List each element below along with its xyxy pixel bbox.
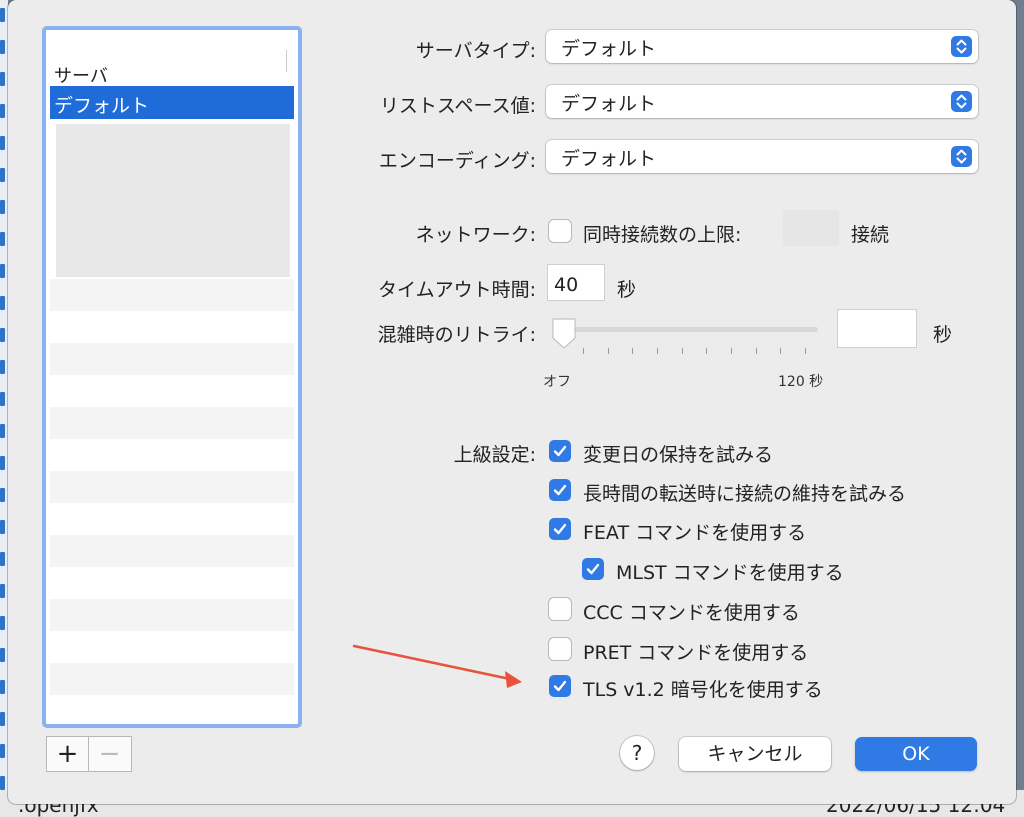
annotation-arrow-icon — [352, 644, 522, 688]
background-window-edge — [0, 0, 8, 817]
server-settings-dialog: サーバ デフォルト + − サーバタイプ: デフォルト リストスペース値: デフ… — [8, 0, 1016, 804]
ok-button[interactable]: OK — [855, 737, 977, 771]
cancel-button[interactable]: キャンセル — [679, 737, 831, 771]
help-button[interactable]: ? — [620, 736, 654, 770]
